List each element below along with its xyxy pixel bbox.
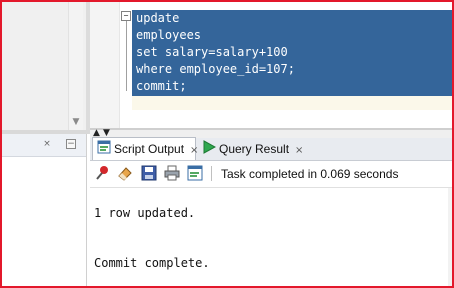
code-line[interactable]: where employee_id=107; <box>136 61 295 78</box>
print-icon[interactable] <box>164 165 180 181</box>
toolbar-separator <box>211 166 212 181</box>
script-output-area[interactable]: 1 row updated. Commit complete. <box>90 188 452 286</box>
code-line[interactable]: update <box>136 10 179 27</box>
selected-code-block[interactable]: update employees set salary=salary+100 w… <box>132 10 452 96</box>
lower-left-panel: × − <box>2 134 87 286</box>
scroll-down-arrow-icon[interactable]: ▼ <box>69 116 83 128</box>
navigator-scrollbar[interactable]: ▼ <box>68 2 83 130</box>
tab-script-output[interactable]: Script Output × <box>92 137 198 161</box>
fold-guide <box>126 21 127 91</box>
close-icon[interactable]: × <box>42 139 52 149</box>
output-line: 1 row updated. <box>94 206 196 220</box>
sql-editor[interactable]: − update employees set salary=salary+100… <box>90 2 452 128</box>
script-output-icon <box>97 139 111 161</box>
save-icon[interactable] <box>141 165 157 181</box>
tab-query-result[interactable]: Query Result × <box>198 138 303 162</box>
tab-label: Query Result <box>219 142 290 156</box>
code-line[interactable]: commit; <box>136 78 187 95</box>
run-arrow-icon <box>202 139 217 161</box>
tab-label: Script Output <box>114 142 185 156</box>
output-toolbar: Task completed in 0.069 seconds <box>90 161 452 188</box>
output-line: Commit complete. <box>94 256 210 270</box>
fold-toggle-icon[interactable]: − <box>121 11 131 21</box>
pin-icon[interactable] <box>95 165 111 181</box>
export-icon[interactable] <box>187 165 203 181</box>
output-tabbar: Script Output × Query Result × <box>90 137 452 162</box>
output-scrollbar[interactable] <box>448 188 452 286</box>
lower-left-panel-header: × − <box>2 134 86 157</box>
editor-gutter <box>90 2 120 128</box>
code-line[interactable]: set salary=salary+100 <box>136 44 288 61</box>
current-line-highlight <box>132 96 452 110</box>
window-frame: ▼ × − − update employees set salary=sala… <box>0 0 454 288</box>
close-tab-icon[interactable]: × <box>295 140 303 162</box>
code-line[interactable]: employees <box>136 27 201 44</box>
eraser-icon[interactable] <box>117 165 133 181</box>
task-status-text: Task completed in 0.069 seconds <box>221 167 399 181</box>
minimize-icon[interactable]: − <box>66 139 76 149</box>
